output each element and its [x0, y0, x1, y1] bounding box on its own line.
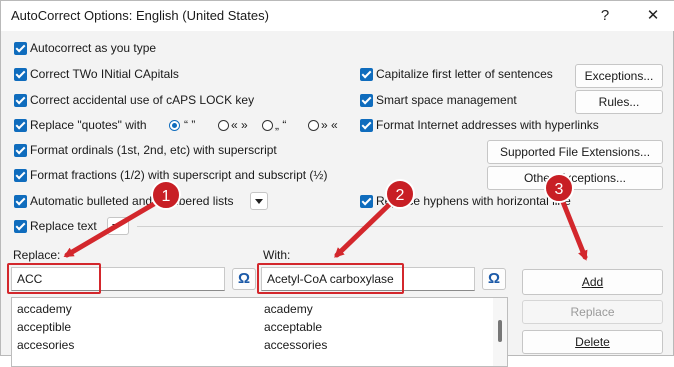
arrow-3: [558, 194, 588, 261]
callout-badge-3: 3: [544, 173, 574, 203]
autocorrect-dialog: AutoCorrect Options: English (United Sta…: [0, 0, 674, 367]
arrow-1: [63, 198, 162, 258]
callout-badge-1: 1: [151, 180, 181, 210]
annotation-arrows: [63, 194, 588, 261]
arrow-2: [334, 198, 396, 258]
callout-badge-2: 2: [385, 179, 415, 209]
